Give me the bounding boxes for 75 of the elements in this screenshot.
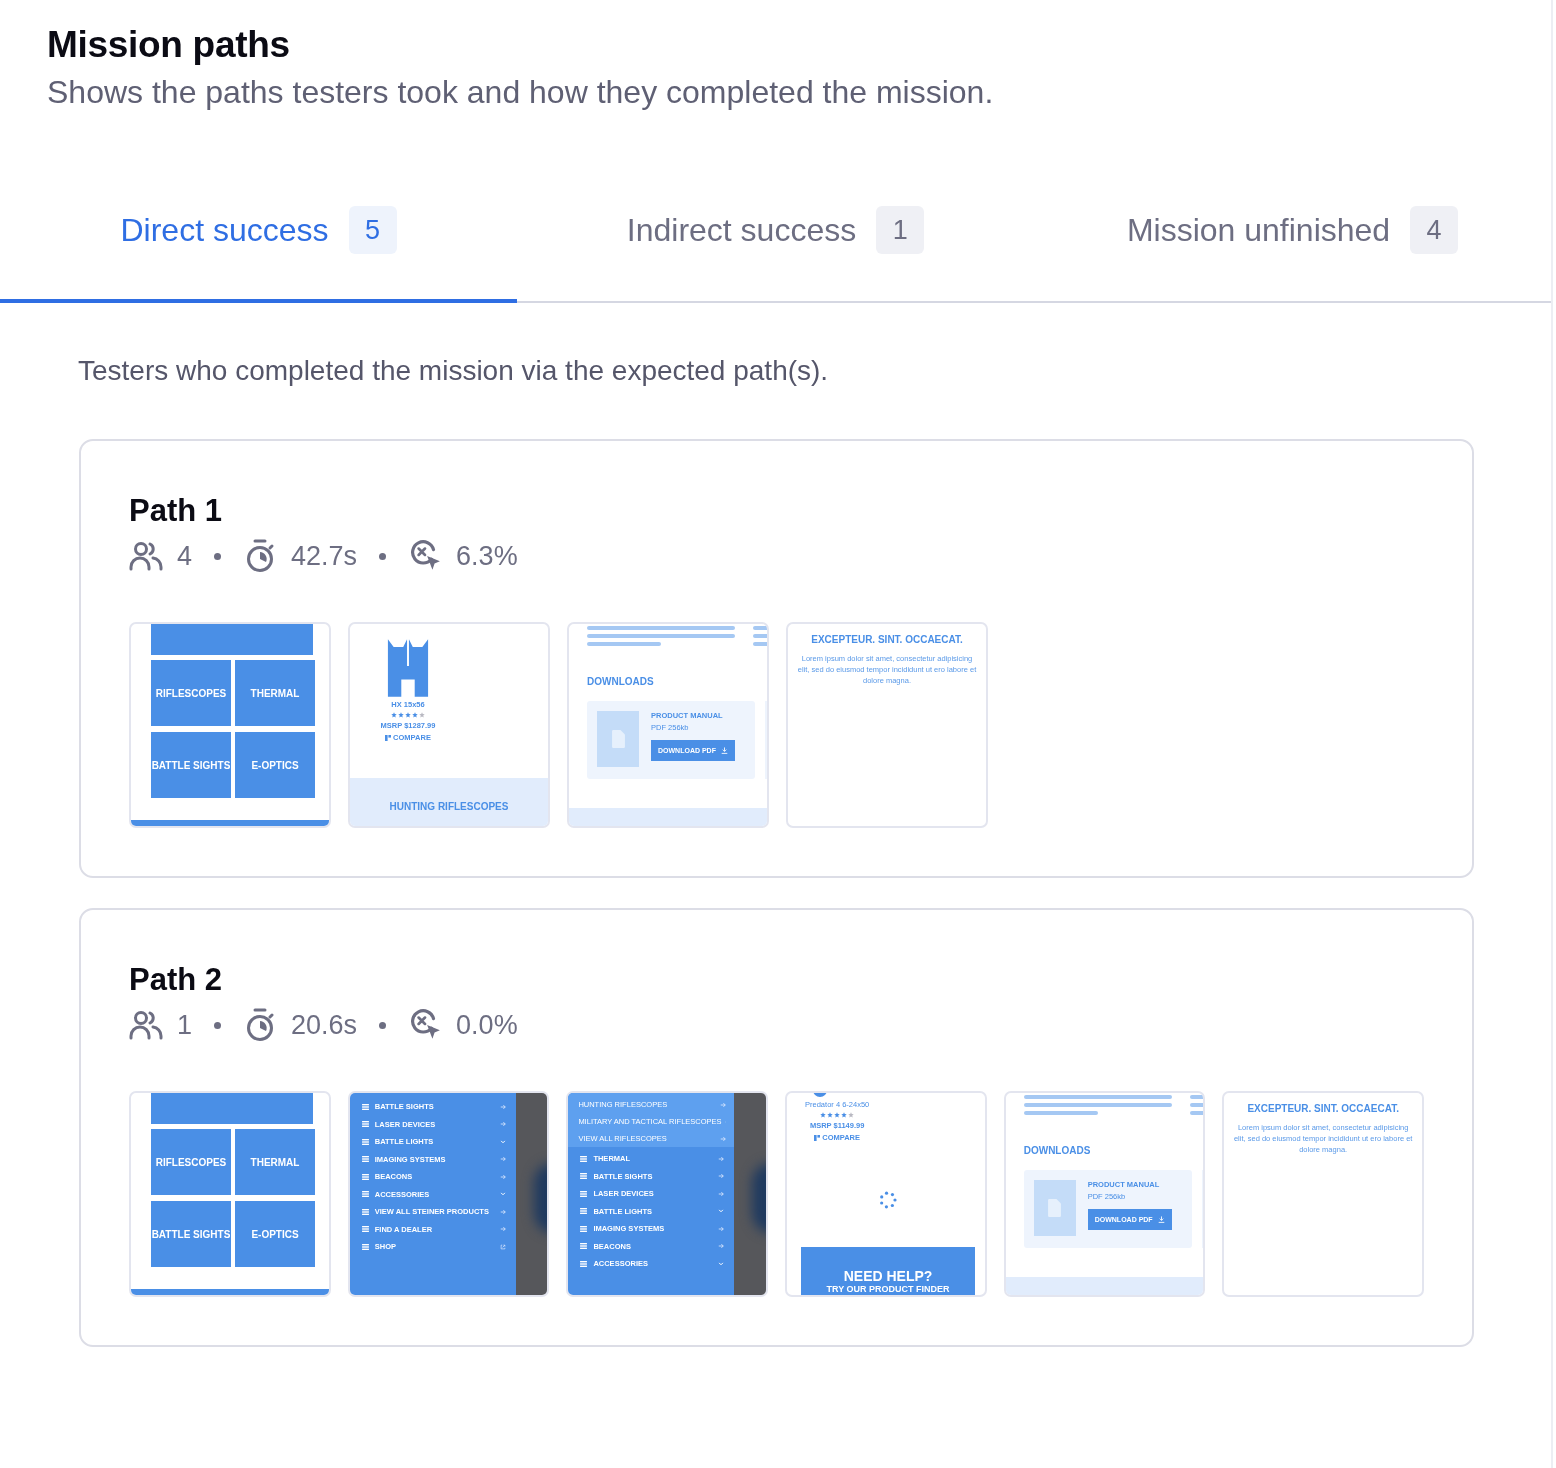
list-icon [580,1243,588,1249]
users-icon [129,1008,163,1042]
text-placeholder [1189,1111,1204,1115]
external-link-icon [499,1243,506,1250]
banner-title: NEED HELP? [843,1268,933,1284]
separator-dot [379,552,387,560]
page-title: Mission paths [47,24,291,66]
list-icon [361,1138,369,1145]
list-icon [580,1225,588,1232]
chevron-icon [718,1260,725,1267]
list-icon [361,1243,369,1250]
list-icon [361,1121,369,1127]
category-footer: HUNTING RIFLESCOPES [350,778,548,826]
section-heading: DOWNLOADS [587,676,655,687]
list-icon [361,1226,369,1232]
list-icon [580,1155,588,1162]
users-icon [129,539,163,573]
category-tile: RIFLESCOPES [151,1129,231,1195]
compare-icon [385,734,392,741]
chevron-icon [499,1191,506,1197]
text-placeholder [753,642,767,646]
chevron-icon [499,1138,506,1145]
category-tile: RIFLESCOPES [151,660,231,726]
category-tile: BATTLE SIGHTS [151,1201,231,1267]
section-heading: EXCEPTEUR. SINT. OCCAECAT. [811,634,963,645]
screen-thumbnail[interactable]: RIFLESCOPES THERMAL BATTLE SIGHTS E-OPTICS [129,622,331,828]
separator-dot [379,1021,387,1029]
path-title: Path 1 [129,493,224,529]
count-badge: 4 [1410,206,1459,254]
category-tile: THERMAL [235,660,315,726]
text-placeholder [1189,1103,1204,1107]
text-placeholder [1189,1095,1204,1099]
list-icon [580,1173,588,1179]
tab[interactable]: Direct success 5 [0,173,517,303]
download-icon [1157,1216,1165,1223]
category-tile: THERMAL [235,1129,315,1195]
tab[interactable]: Mission unfinished 4 [1034,173,1551,303]
text-placeholder [753,634,767,638]
tester-count: 4 [177,540,193,572]
compare-icon [814,1134,821,1141]
path-title: Path 2 [129,962,224,998]
category-tile: E-OPTICS [235,1201,315,1267]
section-heading: DOWNLOADS [1023,1145,1092,1156]
screen-thumbnail[interactable]: RIFLESCOPES THERMAL BATTLE SIGHTS E-OPTICS [129,1091,331,1297]
tester-count: 1 [177,1009,193,1041]
misclick-rate: 0.0% [456,1009,518,1041]
duration: 20.6s [291,1009,358,1041]
tab-description: Testers who completed the mission via the expected path(s). [78,355,830,387]
list-icon [580,1190,588,1197]
file-icon [611,730,625,748]
separator-dot [214,1021,222,1029]
section-heading: EXCEPTEUR. SINT. OCCAECAT. [1247,1103,1399,1114]
list-icon [580,1208,588,1214]
banner-subtitle: TRY OUR PRODUCT FINDER [826,1284,950,1294]
tab[interactable]: Indirect success 1 [517,173,1034,303]
page-subtitle: Shows the paths testers took and how they completed the mission. [47,74,995,111]
list-icon [361,1173,369,1180]
duration: 42.7s [291,540,358,572]
misclick-rate: 6.3% [456,540,518,572]
list-icon [580,1260,588,1267]
category-tile: BATTLE SIGHTS [151,732,231,798]
count-badge: 5 [348,206,397,254]
download-icon [720,747,728,754]
separator-dot [214,552,222,560]
list-icon [361,1156,369,1162]
list-icon [361,1208,369,1215]
file-icon [1048,1199,1062,1217]
category-tile: E-OPTICS [235,732,315,798]
list-icon [361,1191,369,1197]
list-icon [361,1103,369,1110]
loading-spinner [878,1190,899,1210]
chevron-icon [718,1208,725,1214]
count-badge: 1 [876,206,925,254]
text-placeholder [753,626,767,630]
binoculars-icon [386,637,430,697]
